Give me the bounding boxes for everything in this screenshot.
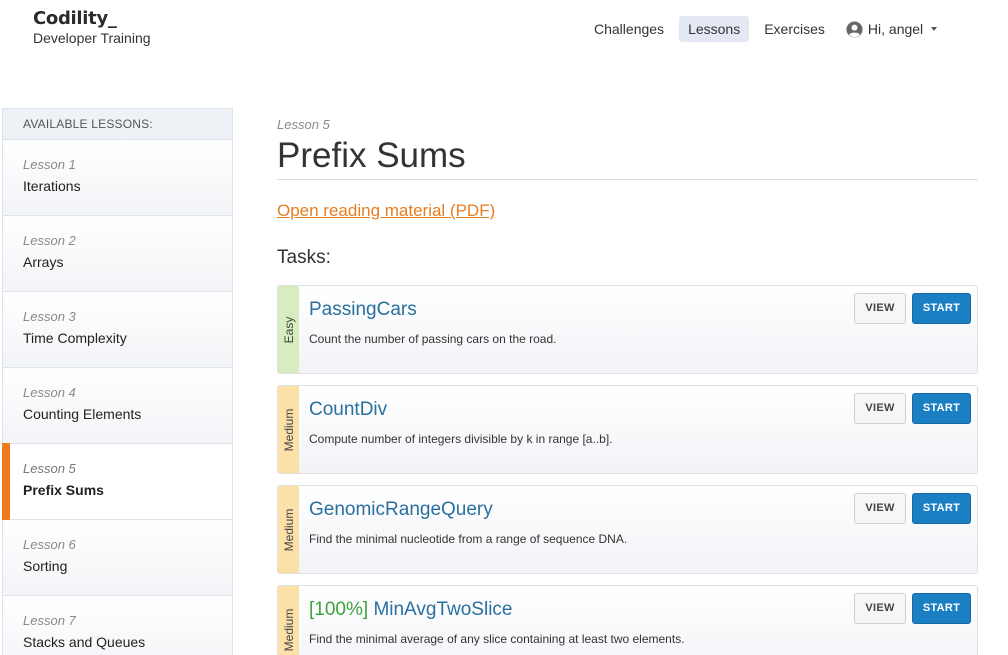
lesson-number: Lesson 2 [23, 233, 76, 248]
task-description: Find the minimal average of any slice co… [309, 632, 685, 646]
top-nav: Challenges Lessons Exercises Hi, angel [585, 16, 938, 42]
user-greeting: Hi, angel [867, 21, 924, 37]
sidebar-item-lesson-1[interactable]: Lesson 1 Iterations [3, 140, 232, 216]
task-card: Easy PassingCars Count the number of pas… [277, 285, 978, 374]
brand-subtitle: Developer Training [33, 30, 151, 46]
lesson-title: Counting Elements [23, 406, 142, 422]
task-description: Find the minimal nucleotide from a range… [309, 532, 628, 546]
brand[interactable]: Codility_ Developer Training [33, 8, 151, 46]
task-name: GenomicRangeQuery [309, 499, 493, 520]
lesson-title: Stacks and Queues [23, 634, 146, 650]
lesson-number: Lesson 7 [23, 613, 76, 628]
difficulty-badge: Medium [278, 386, 299, 473]
difficulty-badge: Easy [278, 286, 299, 373]
view-button[interactable]: VIEW [854, 293, 906, 324]
page-title: Prefix Sums [277, 136, 466, 175]
task-card: Medium CountDiv Compute number of intege… [277, 385, 978, 474]
start-button[interactable]: START [912, 293, 971, 324]
lesson-title: Sorting [23, 558, 68, 574]
view-button[interactable]: VIEW [854, 393, 906, 424]
sidebar-item-lesson-6[interactable]: Lesson 6 Sorting [3, 520, 232, 596]
user-avatar-icon [846, 20, 863, 38]
sidebar-item-lesson-2[interactable]: Lesson 2 Arrays [3, 216, 232, 292]
task-name: CountDiv [309, 399, 388, 420]
lesson-number: Lesson 3 [23, 309, 76, 324]
nav-challenges[interactable]: Challenges [585, 16, 673, 42]
difficulty-badge: Medium [278, 586, 299, 655]
lesson-title: Prefix Sums [23, 482, 104, 498]
task-score: [100%] [309, 599, 369, 620]
lesson-title: Time Complexity [23, 330, 127, 346]
task-name: MinAvgTwoSlice [373, 599, 513, 620]
difficulty-badge: Medium [278, 486, 299, 573]
task-description: Count the number of passing cars on the … [309, 332, 557, 346]
difficulty-label: Medium [281, 608, 296, 651]
lesson-label: Lesson 5 [277, 117, 330, 132]
user-menu[interactable]: Hi, angel [846, 16, 938, 42]
start-button[interactable]: START [912, 393, 971, 424]
start-button[interactable]: START [912, 493, 971, 524]
title-divider [277, 179, 978, 180]
lesson-number: Lesson 1 [23, 157, 76, 172]
view-button[interactable]: VIEW [854, 593, 906, 624]
tasks-heading: Tasks: [277, 247, 331, 268]
lesson-title: Iterations [23, 178, 81, 194]
codility-logo: Codility_ [33, 8, 117, 29]
difficulty-label: Easy [281, 316, 296, 343]
chevron-down-icon [931, 27, 938, 31]
task-card: Medium GenomicRangeQuery Find the minima… [277, 485, 978, 574]
lesson-number: Lesson 4 [23, 385, 76, 400]
task-title[interactable]: CountDiv [309, 399, 387, 421]
task-title[interactable]: [100%] MinAvgTwoSlice [309, 599, 512, 621]
task-title[interactable]: GenomicRangeQuery [309, 499, 493, 521]
difficulty-label: Medium [281, 508, 296, 551]
lesson-number: Lesson 6 [23, 537, 76, 552]
sidebar-header: AVAILABLE LESSONS: [3, 109, 232, 140]
view-button[interactable]: VIEW [854, 493, 906, 524]
lesson-title: Arrays [23, 254, 64, 270]
nav-exercises[interactable]: Exercises [755, 16, 834, 42]
sidebar-item-lesson-7[interactable]: Lesson 7 Stacks and Queues [3, 596, 232, 655]
lesson-number: Lesson 5 [23, 461, 76, 476]
reading-material-link[interactable]: Open reading material (PDF) [277, 201, 495, 221]
task-card: Medium [100%] MinAvgTwoSlice Find the mi… [277, 585, 978, 655]
task-title[interactable]: PassingCars [309, 299, 417, 321]
sidebar-item-lesson-3[interactable]: Lesson 3 Time Complexity [3, 292, 232, 368]
sidebar-item-lesson-5[interactable]: Lesson 5 Prefix Sums [2, 443, 232, 520]
sidebar-item-lesson-4[interactable]: Lesson 4 Counting Elements [3, 368, 232, 444]
difficulty-label: Medium [281, 408, 296, 451]
lessons-sidebar: AVAILABLE LESSONS: Lesson 1 Iterations L… [2, 108, 233, 655]
nav-lessons[interactable]: Lessons [679, 16, 750, 42]
start-button[interactable]: START [912, 593, 971, 624]
task-description: Compute number of integers divisible by … [309, 432, 613, 446]
task-name: PassingCars [309, 299, 417, 320]
